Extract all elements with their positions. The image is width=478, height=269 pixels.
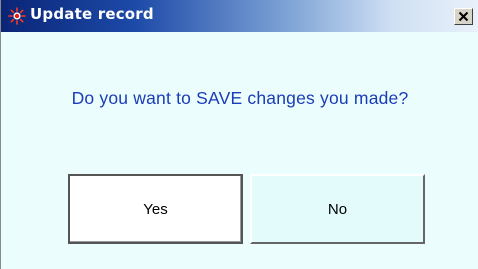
close-button[interactable] — [454, 8, 473, 25]
no-button-label: No — [327, 200, 348, 218]
burst-icon — [8, 7, 26, 25]
title-bar[interactable]: Update record — [1, 0, 478, 32]
no-button[interactable]: No — [250, 174, 425, 244]
confirmation-message: Do you want to SAVE changes you made? — [71, 88, 409, 108]
update-record-dialog: Update record Do you want to SAVE change… — [0, 0, 478, 269]
yes-button-label: Yes — [143, 200, 168, 218]
dialog-title: Update record — [30, 5, 154, 23]
yes-button[interactable]: Yes — [68, 174, 243, 244]
